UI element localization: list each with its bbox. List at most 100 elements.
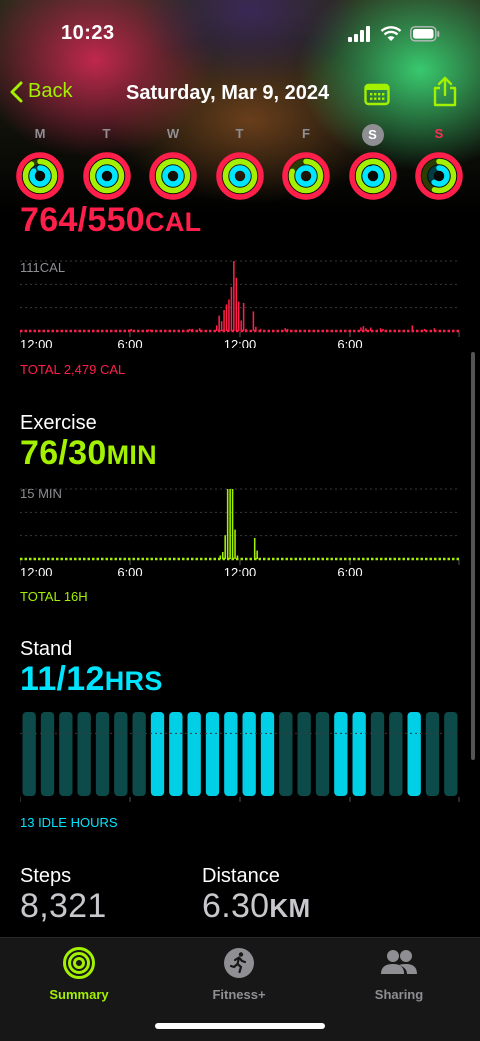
move-bar [286,328,289,331]
tab-summary[interactable]: Summary [19,946,139,1002]
stand-hour-bar [389,712,403,796]
week-rings-strip: MTWTFSS [14,124,470,200]
stand-hour-bar [132,712,146,796]
time-axis-label: 12:00 [224,337,257,348]
steps-value: 8,321 [20,887,107,925]
back-label: Back [28,80,73,102]
tab-fitness-plus[interactable]: Fitness+ [179,946,299,1002]
day-letter: T [102,126,111,141]
day-5[interactable]: S [347,124,399,207]
time-axis-label: 12:00 [20,337,53,348]
ring-progress [29,165,51,187]
activity-rings [348,152,397,200]
navigation-bar: Back Saturday, Mar 9, 2024 [0,76,480,112]
activity-rings [149,152,197,200]
stand-hour-bar [242,712,256,796]
exercise-bar [231,489,234,559]
exercise-title: Exercise [20,412,97,434]
exercise-total: TOTAL 16H [20,589,88,604]
move-bar [228,299,230,331]
people-icon [381,950,417,974]
stand-hour-bar [77,712,91,796]
day-4[interactable]: F [280,124,332,207]
move-value-unit: CAL [145,207,202,237]
stand-hour-bar [425,712,440,796]
back-button[interactable]: Back [10,80,72,103]
move-bar [235,277,238,331]
move-bar [149,329,152,331]
move-total: TOTAL 2,479 CAL [20,362,126,377]
exercise-bar [221,552,224,559]
distance-value-unit: KM [269,893,311,923]
day-letter: S [361,124,384,146]
move-bar [360,327,362,331]
move-bar [433,328,436,331]
distance-value-number: 6.30 [202,887,270,925]
day-letter: T [235,126,244,141]
ring-progress [95,165,118,187]
stand-hour-bar [205,712,220,796]
day-0[interactable]: M [14,124,66,207]
stand-value: 11/12HRS [20,660,163,699]
stand-hour-bar [352,712,366,796]
move-bar [240,320,242,331]
distance-value: 6.30KM [202,887,310,926]
stand-hour-bar [407,712,421,796]
move-bar [215,325,218,331]
activity-rings [415,152,463,200]
move-bar [186,329,189,331]
ring-progress [162,165,184,187]
activity-rings [16,152,64,200]
move-bar [252,311,255,331]
day-2[interactable]: W [147,124,199,207]
time-axis-label: 12:00 [224,802,257,803]
move-bar [127,329,130,331]
move-bar [198,328,201,331]
exercise-value: 76/30MIN [20,434,157,473]
move-bar [259,328,262,331]
time-axis-label: 6:00 [337,337,362,348]
ring-progress [228,165,251,187]
scrollbar[interactable] [471,352,475,760]
steps-label: Steps [20,865,72,887]
stand-hour-bar [315,712,330,796]
exercise-value-unit: MIN [106,440,157,470]
day-3[interactable]: T [214,124,266,207]
exercise-bar [253,538,256,559]
day-1[interactable]: T [81,124,133,207]
calendar-icon [364,83,390,106]
tab-sharing[interactable]: Sharing [339,946,459,1002]
status-bar: 10:23 [0,22,480,50]
move-bar [255,326,257,331]
move-bar [230,286,233,331]
time-axis-label: 12:00 [20,565,53,576]
stand-idle-hours: 13 IDLE HOURS [20,815,118,830]
move-bar [284,328,286,331]
stand-hour-bar [224,712,238,796]
exercise-bar [234,529,236,559]
battery-icon [410,26,440,42]
share-button[interactable] [432,76,458,113]
day-6[interactable]: S [413,124,465,207]
move-bar [237,301,240,331]
share-icon [433,76,457,107]
summary-content: 764/550CAL 111CAL 12:00 6:00 12:00 6:00 TOT… [0,205,480,937]
calendar-button[interactable] [364,82,390,111]
activity-rings [215,152,264,200]
tab-fitness-plus-label: Fitness+ [212,987,266,1002]
distance-label: Distance [202,865,280,887]
move-bar [225,304,228,331]
stand-value-unit: HRS [104,666,163,696]
exercise-bar [226,489,229,559]
day-letter: F [302,126,310,141]
day-letter: W [166,126,180,141]
stand-chart: 12:00 6:00 12:00 6:00 [20,712,460,803]
move-bar [362,326,365,331]
move-bar [423,328,426,331]
time-axis-label: 6:00 [117,337,142,348]
move-value-number: 764/550 [20,205,146,239]
exercise-value-number: 76/30 [20,434,107,472]
stand-hour-bar [22,712,36,796]
stand-hour-bar [40,712,55,796]
wifi-icon [380,26,402,41]
